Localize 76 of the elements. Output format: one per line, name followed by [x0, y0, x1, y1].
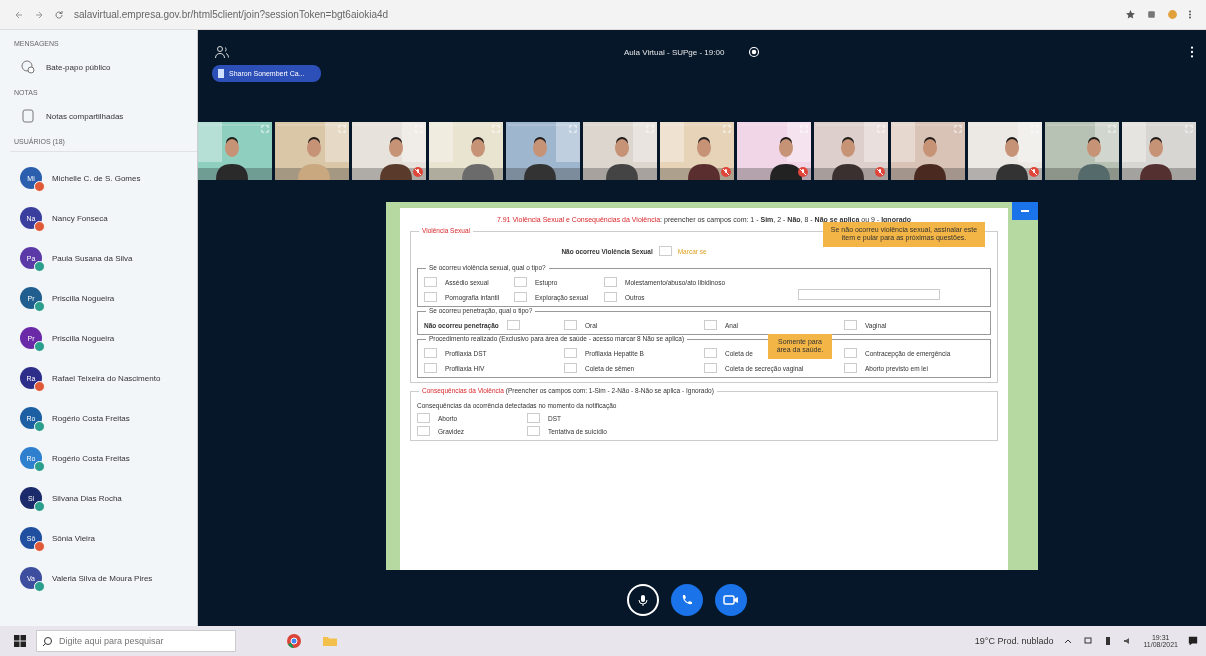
- checkbox[interactable]: [424, 348, 437, 358]
- checkbox[interactable]: [506, 320, 520, 330]
- user-name: Rogério Costa Freitas: [52, 413, 130, 423]
- note-icon: [20, 108, 36, 124]
- checkbox[interactable]: [424, 363, 437, 373]
- checkbox[interactable]: [527, 413, 540, 423]
- user-name: Priscilla Nogueira: [52, 293, 115, 303]
- notes-item[interactable]: Notas compartilhadas: [10, 102, 197, 136]
- microphone-icon: [636, 593, 650, 607]
- fullscreen-icon[interactable]: [1185, 125, 1193, 133]
- fullscreen-icon[interactable]: [1108, 125, 1116, 133]
- users-icon[interactable]: [214, 44, 230, 60]
- reload-icon[interactable]: [54, 9, 64, 20]
- phone-button[interactable]: [671, 584, 703, 616]
- chat-icon: [20, 59, 36, 75]
- network-icon[interactable]: [1083, 636, 1094, 646]
- weather-label[interactable]: 19°C Prod. nublado: [974, 636, 1054, 646]
- user-name: Sônia Vieira: [52, 533, 95, 543]
- kebab-menu-icon[interactable]: [1188, 9, 1192, 20]
- user-name: Priscilla Nogueira: [52, 333, 115, 343]
- minimize-presentation-button[interactable]: [1012, 202, 1038, 220]
- checkbox[interactable]: [658, 246, 672, 256]
- microphone-button[interactable]: [627, 584, 659, 616]
- minimize-icon: [1021, 210, 1029, 212]
- checkbox[interactable]: [844, 348, 857, 358]
- checkbox[interactable]: [844, 363, 857, 373]
- fullscreen-icon[interactable]: [723, 125, 731, 133]
- user-name: Valeria Silva de Moura Pires: [52, 573, 153, 583]
- checkbox[interactable]: [417, 413, 430, 423]
- browser-icon[interactable]: [286, 633, 302, 649]
- user-name: Silvana Dias Rocha: [52, 493, 122, 503]
- checkbox[interactable]: [424, 292, 437, 302]
- user-name: Nancy Fonseca: [52, 213, 108, 223]
- taskbar-search-field[interactable]: Digite aqui para pesquisar: [36, 630, 236, 652]
- record-icon[interactable]: [748, 46, 761, 58]
- notes-label: Notas compartilhadas: [46, 111, 124, 121]
- user-name: Rafael Teixeira do Nascimento: [52, 373, 161, 383]
- checkbox[interactable]: [527, 426, 540, 436]
- checkbox[interactable]: [564, 348, 577, 358]
- checkbox[interactable]: [514, 292, 527, 302]
- checkbox[interactable]: [564, 363, 577, 373]
- checkbox[interactable]: [604, 292, 617, 302]
- fullscreen-icon[interactable]: [569, 125, 577, 133]
- fullscreen-icon[interactable]: [261, 125, 269, 133]
- user-name: Michelle C. de S. Gomes: [52, 173, 141, 183]
- checkbox[interactable]: [704, 320, 717, 330]
- user-name: Paula Susana da Silva: [52, 253, 133, 263]
- checkbox[interactable]: [424, 277, 437, 287]
- profile-icon[interactable]: [1167, 9, 1178, 20]
- camera-icon: [723, 593, 739, 607]
- checkbox[interactable]: [604, 277, 617, 287]
- back-icon[interactable]: [14, 9, 24, 20]
- options-icon[interactable]: [1190, 45, 1194, 59]
- presenter-icon: [218, 69, 224, 78]
- star-icon[interactable]: [1125, 9, 1136, 20]
- forward-icon[interactable]: [34, 9, 44, 20]
- checkbox[interactable]: [417, 426, 430, 436]
- notification-icon[interactable]: [1188, 636, 1198, 646]
- phone-icon: [680, 593, 694, 607]
- address-bar[interactable]: salavirtual.empresa.gov.br/html5client/join?sessionToken=bgt6aiokia4d: [74, 9, 389, 20]
- checkbox[interactable]: [704, 348, 717, 358]
- checkbox[interactable]: [704, 363, 717, 373]
- windows-logo-icon[interactable]: [14, 635, 26, 647]
- chat-label: Bate-papo público: [46, 62, 111, 72]
- meeting-title: Aula Virtual - SUPge - 19:00: [624, 47, 726, 57]
- extension-icon[interactable]: [1146, 9, 1157, 20]
- camera-button[interactable]: [715, 584, 747, 616]
- fullscreen-icon[interactable]: [954, 125, 962, 133]
- chat-item[interactable]: Bate-papo público: [10, 53, 197, 87]
- checkbox[interactable]: [844, 320, 857, 330]
- user-name: Rogério Costa Freitas: [52, 453, 130, 463]
- fullscreen-icon[interactable]: [338, 125, 346, 133]
- other-input-field[interactable]: [798, 289, 940, 300]
- fullscreen-icon[interactable]: [492, 125, 500, 133]
- checkbox[interactable]: [564, 320, 577, 330]
- checkbox[interactable]: [514, 277, 527, 287]
